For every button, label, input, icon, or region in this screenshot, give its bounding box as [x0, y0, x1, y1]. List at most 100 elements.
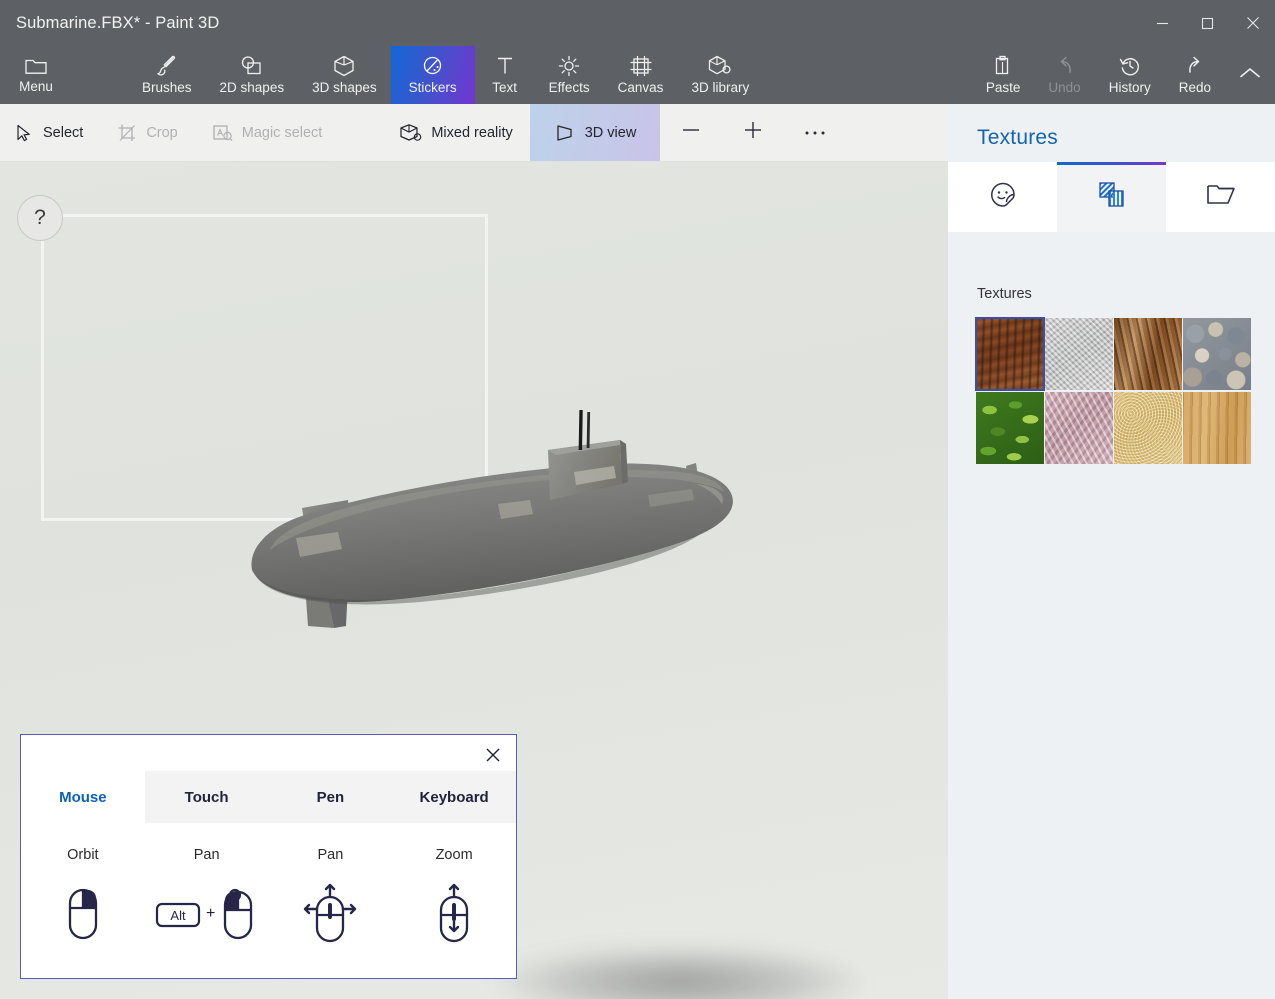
tool-select-label: Select [43, 124, 84, 141]
2d-shapes-icon [239, 55, 265, 77]
nav-tab-mouse[interactable]: Mouse [21, 771, 145, 823]
collapse-ribbon-button[interactable] [1225, 46, 1275, 104]
ribbon-label-paste: Paste [985, 80, 1021, 95]
zoom-in-button[interactable] [722, 104, 784, 161]
plus-sign: + [205, 905, 216, 922]
tool-select[interactable]: Select [0, 104, 100, 161]
tool-3d-view[interactable]: 3D view [529, 104, 661, 161]
ribbon-item-canvas[interactable]: Canvas [604, 46, 678, 104]
ribbon-item-text[interactable]: Text [475, 46, 535, 104]
minimize-button[interactable] [1140, 0, 1185, 46]
ribbon-item-brushes[interactable]: Brushes [128, 46, 206, 104]
ribbon-label-text: Text [492, 80, 517, 95]
ribbon-item-menu[interactable]: Menu [0, 46, 66, 104]
plus-icon [742, 119, 764, 146]
mouse-right-button-icon [65, 883, 101, 945]
nav-action-pan-wheel-label: Pan [317, 847, 344, 863]
nav-action-pan-mouse: Pan Alt + [145, 823, 269, 978]
window-controls [1140, 0, 1275, 46]
close-icon [485, 747, 501, 768]
panel-title: Textures [977, 126, 1058, 149]
texture-swatch-wood[interactable] [1183, 392, 1251, 464]
help-button[interactable]: ? [17, 195, 63, 241]
alt-plus-mouse-left-icon: Alt + [155, 883, 258, 945]
mixed-reality-icon [398, 123, 422, 143]
window-title: Submarine.FBX* - Paint 3D [16, 13, 220, 32]
texture-swatch-fur[interactable] [1114, 318, 1182, 390]
ribbon-item-paste[interactable]: Paste [972, 46, 1035, 104]
alt-key-icon: Alt [155, 902, 201, 928]
nav-help-tabs: Mouse Touch Pen Keyboard [21, 771, 516, 823]
crop-icon [117, 123, 137, 143]
texture-swatch-concrete[interactable] [1045, 318, 1113, 390]
tab-custom-folder[interactable] [1166, 162, 1275, 232]
nav-help-actions: Orbit Pan Alt + Pan Zoom [21, 823, 516, 978]
ribbon-label-3d-shapes: 3D shapes [312, 80, 377, 95]
ribbon-item-3d-shapes[interactable]: 3D shapes [298, 46, 391, 104]
ribbon-label-3d-library: 3D library [691, 80, 750, 95]
ribbon-label-history: History [1108, 80, 1151, 95]
ribbon-item-effects[interactable]: Effects [535, 46, 604, 104]
ribbon-item-2d-shapes[interactable]: 2D shapes [206, 46, 299, 104]
cursor-arrow-icon [14, 123, 34, 143]
nav-action-zoom-label: Zoom [435, 847, 473, 863]
texture-squares-icon [1097, 180, 1127, 215]
redo-icon [1184, 55, 1206, 77]
paste-icon [993, 55, 1013, 77]
magic-select-icon [212, 123, 233, 143]
sticker-smiley-icon [988, 180, 1018, 215]
tab-textures[interactable] [1057, 162, 1166, 232]
ribbon-label-canvas: Canvas [617, 80, 664, 95]
mouse-wheel-pan-icon [297, 883, 363, 945]
ribbon-label-undo: Undo [1048, 80, 1081, 95]
ribbon-item-redo[interactable]: Redo [1165, 46, 1225, 104]
canvas-icon [629, 55, 653, 77]
tool-3d-view-label: 3D view [584, 124, 637, 141]
paint3d-window: Submarine.FBX* - Paint 3D Menu Brushes 2… [0, 0, 1275, 999]
minus-icon [680, 119, 702, 146]
submarine-3d-model[interactable] [230, 407, 770, 660]
tool-magic-select: Magic select [195, 104, 340, 161]
more-options-button[interactable] [784, 104, 846, 161]
nav-tab-pen[interactable]: Pen [269, 771, 393, 823]
nav-action-orbit-label: Orbit [67, 847, 99, 863]
texture-swatch-marble[interactable] [1045, 392, 1113, 464]
nav-help-close-button[interactable] [476, 741, 510, 773]
nav-action-pan-wheel: Pan [269, 823, 393, 978]
nav-tab-touch[interactable]: Touch [145, 771, 269, 823]
3d-shapes-icon [333, 55, 355, 77]
texture-swatch-sand[interactable] [1114, 392, 1182, 464]
maximize-button[interactable] [1185, 0, 1230, 46]
nav-tab-keyboard[interactable]: Keyboard [392, 771, 516, 823]
texture-swatch-grass[interactable] [976, 392, 1044, 464]
3d-library-icon [708, 55, 732, 77]
zoom-out-button[interactable] [660, 104, 722, 161]
texture-swatch-pebbles[interactable] [1183, 318, 1251, 390]
tool-crop: Crop [100, 104, 194, 161]
panel-tabs [948, 162, 1275, 232]
history-icon [1119, 55, 1141, 77]
texture-swatch-bark[interactable] [975, 317, 1045, 391]
ribbon-item-stickers[interactable]: Stickers [390, 46, 475, 104]
tool-mixed-reality-label: Mixed reality [431, 124, 513, 141]
effects-icon [558, 55, 580, 77]
nav-action-orbit: Orbit [21, 823, 145, 978]
ribbon-item-history[interactable]: History [1095, 46, 1165, 104]
nav-tab-pen-label: Pen [316, 788, 345, 806]
texture-swatch-grid [975, 317, 1252, 464]
folder-icon [1206, 182, 1236, 213]
svg-text:Alt: Alt [170, 908, 186, 923]
ribbon-item-3d-library[interactable]: 3D library [677, 46, 763, 104]
close-button[interactable] [1230, 0, 1275, 46]
ribbon-label-redo: Redo [1178, 80, 1211, 95]
tool-crop-label: Crop [146, 124, 178, 141]
main-ribbon: Menu Brushes 2D shapes 3D shapes Sticker… [0, 46, 1275, 104]
text-icon [495, 55, 515, 77]
ribbon-label-2d-shapes: 2D shapes [219, 80, 285, 95]
mouse-wheel-zoom-icon [434, 883, 474, 945]
tool-mixed-reality[interactable]: Mixed reality [381, 104, 529, 161]
ellipsis-icon [803, 124, 827, 142]
textures-panel: Textures Textures [948, 104, 1275, 999]
ribbon-item-undo: Undo [1034, 46, 1094, 104]
tab-stickers[interactable] [948, 162, 1057, 232]
